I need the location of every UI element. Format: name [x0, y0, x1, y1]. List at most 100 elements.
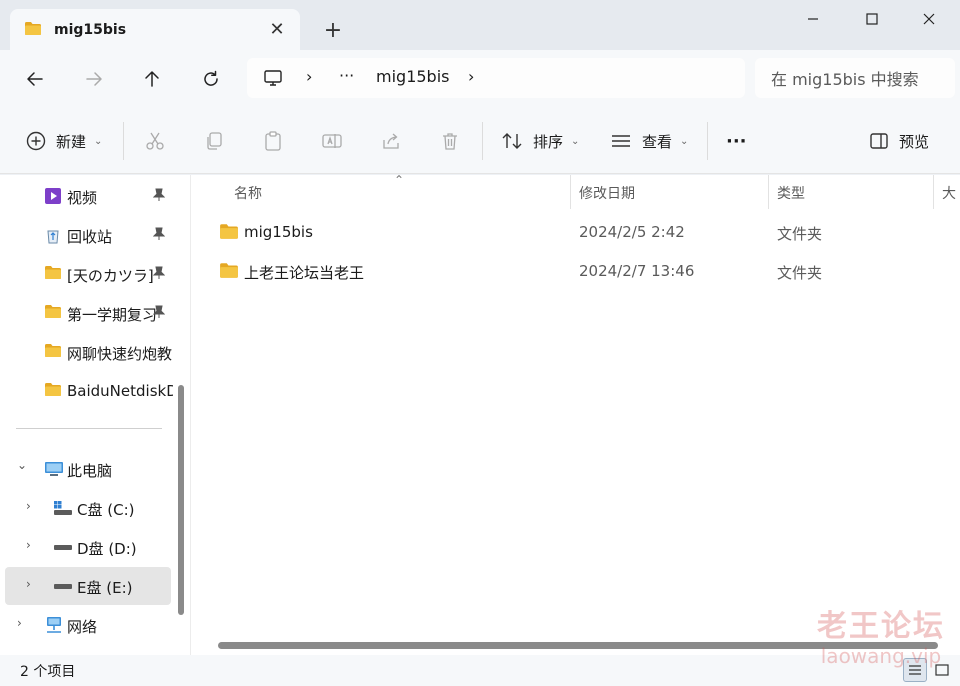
sidebar-divider: [16, 428, 162, 429]
recycle-bin-icon: [44, 226, 62, 244]
refresh-icon[interactable]: [196, 64, 226, 94]
new-button[interactable]: 新建 ⌄: [26, 108, 102, 174]
folder-icon: [219, 223, 239, 244]
file-type: 文件夹: [777, 225, 823, 243]
pin-icon[interactable]: [152, 227, 166, 244]
breadcrumb-separator[interactable]: ›: [306, 67, 312, 86]
view-label: 查看: [642, 132, 673, 151]
chevron-down-icon: ⌄: [94, 135, 103, 147]
new-tab-button[interactable]: +: [320, 17, 346, 43]
pin-icon[interactable]: [152, 188, 166, 205]
address-bar[interactable]: › ··· mig15bis ›: [247, 58, 745, 98]
sidebar-item-folder[interactable]: 第一学期复习: [0, 294, 176, 332]
network-icon: [44, 616, 62, 634]
close-tab-icon[interactable]: ✕: [266, 18, 288, 40]
more-options-button[interactable]: ···: [726, 108, 747, 174]
sidebar-item-network[interactable]: › 网络: [0, 606, 176, 644]
tab-mig15bis[interactable]: mig15bis ✕: [10, 9, 300, 51]
pin-icon[interactable]: [152, 305, 166, 322]
divider: [707, 122, 708, 160]
sort-button[interactable]: 排序 ⌄: [501, 108, 579, 174]
folder-icon: [44, 304, 62, 322]
close-window-icon[interactable]: [909, 6, 949, 32]
folder-icon: [44, 382, 62, 400]
expand-chevron-icon[interactable]: ›: [17, 616, 22, 630]
file-name: 上老王论坛当老王: [244, 264, 365, 282]
chevron-down-icon: ⌄: [571, 135, 580, 147]
sort-ascending-icon: ⌃: [394, 175, 405, 187]
collapse-chevron-icon[interactable]: ⌄: [17, 458, 27, 472]
column-header-type[interactable]: 类型: [777, 183, 805, 203]
cut-icon[interactable]: [141, 127, 169, 155]
back-arrow-icon[interactable]: [20, 64, 50, 94]
file-type: 文件夹: [777, 264, 823, 282]
sidebar-item-label: BaiduNetdiskD: [67, 382, 173, 400]
sidebar-item-this-pc[interactable]: ⌄ 此电脑: [0, 450, 176, 488]
sidebar-item-drive-e[interactable]: › E盘 (E:): [5, 567, 171, 605]
sidebar-item-drive-c[interactable]: › C盘 (C:): [0, 489, 176, 527]
paste-icon[interactable]: [259, 127, 287, 155]
sidebar-item-label: E盘 (E:): [77, 579, 133, 597]
copy-icon[interactable]: [200, 127, 228, 155]
column-divider[interactable]: [768, 175, 769, 209]
tiles-view-icon[interactable]: [930, 658, 954, 682]
delete-icon[interactable]: [436, 127, 464, 155]
share-icon[interactable]: [377, 127, 405, 155]
sidebar-item-label: 网聊快速约炮教: [67, 345, 173, 363]
sidebar-item-label: C盘 (C:): [77, 501, 135, 519]
details-view-icon[interactable]: [903, 658, 927, 682]
column-header-name[interactable]: 名称: [234, 183, 262, 203]
sidebar-item-recycle-bin[interactable]: 回收站: [0, 216, 176, 254]
file-explorer-window: mig15bis ✕ + › ··· mig15bis › 在 mig15bis…: [0, 0, 960, 686]
forward-arrow-icon[interactable]: [79, 64, 109, 94]
maximize-icon[interactable]: [852, 6, 892, 32]
pin-icon[interactable]: [152, 266, 166, 283]
table-row[interactable]: mig15bis 2024/2/5 2:42 文件夹: [191, 213, 960, 251]
search-input[interactable]: 在 mig15bis 中搜索: [755, 58, 955, 98]
sidebar-item-folder[interactable]: 网聊快速约炮教: [0, 333, 176, 371]
column-header-size[interactable]: 大: [942, 183, 956, 203]
rename-icon[interactable]: [318, 127, 346, 155]
navigation-pane: 视频 回收站 [天のカツラ] 第一学期复习 网聊快速约炮教 BaiduNetdi…: [0, 175, 190, 655]
sidebar-item-label: D盘 (D:): [77, 540, 137, 558]
breadcrumb-current[interactable]: mig15bis: [376, 67, 449, 86]
sidebar-item-drive-d[interactable]: › D盘 (D:): [0, 528, 176, 566]
video-folder-icon: [44, 187, 62, 205]
table-row[interactable]: 上老王论坛当老王 2024/2/7 13:46 文件夹: [191, 252, 960, 290]
breadcrumb-chevron[interactable]: ›: [468, 67, 474, 86]
add-icon: [26, 131, 46, 151]
sidebar-item-videos[interactable]: 视频: [0, 177, 176, 215]
sidebar-item-folder[interactable]: BaiduNetdiskD: [0, 372, 176, 410]
divider: [123, 122, 124, 160]
sort-label: 排序: [533, 132, 564, 151]
breadcrumb-overflow[interactable]: ···: [339, 66, 354, 85]
minimize-icon[interactable]: [793, 6, 833, 32]
computer-icon: [263, 69, 283, 91]
up-arrow-icon[interactable]: [137, 64, 167, 94]
system-drive-icon: [53, 499, 72, 517]
horizontal-scrollbar-thumb[interactable]: [218, 642, 938, 649]
folder-icon: [44, 265, 62, 283]
column-divider[interactable]: [933, 175, 934, 209]
divider: [482, 122, 483, 160]
chevron-down-icon: ⌄: [680, 135, 689, 147]
sidebar-item-folder[interactable]: [天のカツラ]: [0, 255, 176, 293]
file-date: 2024/2/5 2:42: [579, 223, 685, 241]
drive-icon: [53, 538, 72, 556]
column-header-date[interactable]: 修改日期: [579, 183, 635, 203]
expand-chevron-icon[interactable]: ›: [26, 499, 31, 513]
view-list-icon: [610, 132, 632, 150]
preview-pane-icon: [869, 132, 889, 150]
expand-chevron-icon[interactable]: ›: [26, 577, 31, 591]
column-divider[interactable]: [570, 175, 571, 209]
file-list: ⌃ 名称 修改日期 类型 大 mig15bis 2024/2/5 2:42 文件…: [191, 175, 960, 655]
new-label: 新建: [56, 132, 87, 151]
sidebar-scrollbar[interactable]: [178, 385, 184, 615]
view-button[interactable]: 查看 ⌄: [610, 108, 688, 174]
expand-chevron-icon[interactable]: ›: [26, 538, 31, 552]
command-bar: 新建 ⌄ 排序 ⌄ 查看 ⌄ ··· 预览: [0, 108, 960, 174]
preview-label: 预览: [899, 132, 930, 151]
status-bar: 2 个项目: [0, 655, 960, 686]
preview-button[interactable]: 预览: [869, 108, 929, 174]
file-name: mig15bis: [244, 223, 313, 241]
